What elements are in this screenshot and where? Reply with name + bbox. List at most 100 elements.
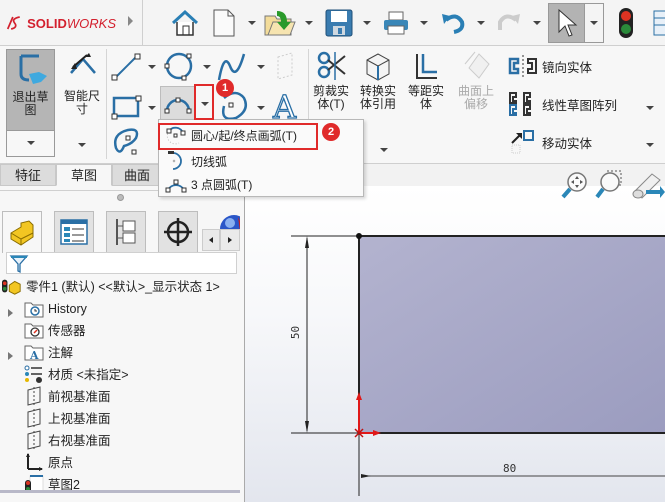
new-document-button[interactable] — [210, 6, 238, 40]
previous-view-button[interactable] — [630, 170, 665, 200]
convert-entities-button[interactable]: 转换实 体引用 — [356, 50, 400, 114]
sketch-drawing — [291, 233, 665, 496]
expand-menu-arrow-icon[interactable] — [128, 16, 133, 26]
exit-sketch-dropdown[interactable] — [6, 131, 55, 157]
tree-item-right-plane[interactable]: 右视基准面 — [0, 429, 111, 450]
tree-item-label: 注解 — [48, 346, 74, 360]
tree-item-origin[interactable]: 原点 — [0, 451, 73, 472]
zoom-to-fit-button[interactable] — [560, 170, 590, 200]
home-button[interactable] — [168, 6, 202, 40]
tab-label: 草图 — [70, 168, 97, 183]
property-manager-tab[interactable] — [54, 211, 94, 253]
dimxpert-tab[interactable] — [158, 211, 198, 253]
expand-arrow-icon[interactable] — [8, 308, 13, 317]
divider — [142, 0, 143, 46]
mirror-icon — [508, 55, 537, 77]
modify-dropdown-arrow[interactable] — [380, 148, 388, 152]
mirror-label: 镜向实体 — [542, 60, 593, 75]
sketch-rectangle[interactable] — [358, 235, 665, 434]
slot-button[interactable] — [110, 126, 146, 158]
arc-icon — [164, 97, 192, 114]
save-button[interactable] — [322, 6, 356, 40]
polygon-dropdown-arrow[interactable] — [257, 106, 265, 110]
move-entities-button[interactable]: 移动实体 — [508, 128, 658, 156]
tree-item-top-plane[interactable]: 上视基准面 — [0, 407, 111, 428]
annotation-badge-2: 2 — [322, 123, 340, 141]
linear-pattern-label: 线性草图阵列 — [542, 98, 618, 113]
panel-splitter-handle[interactable] — [117, 194, 124, 201]
svg-text:A: A — [29, 349, 39, 361]
expand-arrow-icon[interactable] — [8, 351, 13, 360]
undo-button[interactable] — [438, 6, 468, 40]
dimension-width-label[interactable]: 80 — [503, 462, 516, 475]
tree-item-label: 上视基准面 — [48, 412, 111, 426]
dimension-height-label[interactable]: 50 — [289, 326, 302, 339]
tree-item-annotations[interactable]: A 注解 — [0, 341, 73, 362]
undo-icon — [442, 14, 465, 34]
feature-tree-root[interactable]: 零件1 (默认) <<默认>_显示状态 1> — [2, 275, 220, 296]
rectangle-dropdown-arrow[interactable] — [148, 106, 156, 110]
circle-dropdown-arrow[interactable] — [203, 65, 211, 69]
arc-button[interactable] — [160, 86, 196, 122]
move-dropdown-arrow[interactable] — [646, 143, 654, 147]
redo-button[interactable] — [494, 6, 524, 40]
open-dropdown-arrow[interactable] — [305, 21, 313, 25]
tab-scroll-right-button[interactable] — [220, 229, 240, 251]
solidworks-logo[interactable]: SOLIDWORKS — [6, 12, 116, 34]
linear-pattern-button[interactable]: 线性草图阵列 — [508, 90, 658, 118]
sketch-point[interactable] — [356, 233, 362, 239]
select-dropdown[interactable] — [585, 3, 604, 43]
select-button[interactable] — [548, 3, 585, 43]
tree-item-front-plane[interactable]: 前视基准面 — [0, 385, 111, 406]
menu-item-3-point-arc[interactable]: 3 点圆弧(T) — [159, 173, 363, 195]
plane-button-disabled[interactable] — [274, 51, 298, 81]
tab-sketch[interactable]: 草图 — [56, 164, 112, 186]
new-document-icon — [213, 9, 235, 37]
plane-icon — [24, 407, 44, 428]
offset-entities-button[interactable]: 等距实 体 — [404, 50, 448, 114]
trim-entities-button[interactable]: 剪裁实 体(T) — [310, 50, 352, 114]
feature-tree-filter[interactable] — [6, 252, 237, 274]
rectangle-button[interactable] — [110, 92, 144, 122]
redo-dropdown-arrow[interactable] — [533, 21, 541, 25]
tab-features[interactable]: 特征 — [0, 164, 56, 186]
exit-sketch-button[interactable]: 退出草 图 — [6, 49, 55, 131]
display-manager-tab[interactable] — [210, 211, 240, 229]
smart-dimension-label-2: 寸 — [75, 102, 88, 116]
surface-offset-icon — [464, 51, 490, 79]
open-button[interactable] — [262, 6, 298, 40]
feature-manager-tab[interactable] — [2, 211, 42, 253]
offset-on-surface-button[interactable]: 曲面上 偏移 — [452, 50, 500, 114]
options-button[interactable] — [652, 6, 665, 40]
configuration-manager-tab[interactable] — [106, 211, 146, 253]
spline-button[interactable] — [216, 50, 250, 82]
tree-item-sensors[interactable]: 传感器 — [0, 319, 86, 340]
circle-button[interactable] — [162, 50, 196, 82]
tab-surfaces[interactable]: 曲面 — [112, 164, 162, 186]
tree-item-history[interactable]: History — [0, 298, 87, 319]
tab-scroll-left-button[interactable] — [202, 229, 220, 251]
line-dropdown-arrow[interactable] — [148, 65, 156, 69]
linear-pattern-icon — [509, 92, 531, 116]
new-dropdown-arrow[interactable] — [248, 21, 256, 25]
smart-dimension-button[interactable]: 智能尺 寸 — [58, 49, 106, 131]
tab-label: 特征 — [14, 168, 41, 183]
line-button[interactable] — [110, 52, 144, 82]
linear-pattern-dropdown-arrow[interactable] — [646, 106, 654, 110]
print-dropdown-arrow[interactable] — [420, 21, 428, 25]
print-button[interactable] — [380, 6, 412, 40]
zoom-to-area-button[interactable] — [594, 170, 624, 200]
graphics-area[interactable]: 50 80 — [244, 186, 665, 502]
mirror-entities-button[interactable]: 镜向实体 — [508, 54, 628, 78]
text-button[interactable]: A — [270, 87, 302, 126]
tree-item-material[interactable]: 材质 <未指定> — [0, 363, 129, 384]
undo-dropdown-arrow[interactable] — [477, 21, 485, 25]
rebuild-button[interactable] — [614, 6, 638, 40]
divider — [106, 49, 107, 159]
smart-dimension-dropdown[interactable] — [58, 136, 106, 156]
menu-item-tangent-arc[interactable]: 切线弧 — [159, 150, 363, 172]
spline-dropdown-arrow[interactable] — [257, 65, 265, 69]
save-dropdown-arrow[interactable] — [363, 21, 371, 25]
crosshair-icon — [164, 218, 192, 246]
tab-label: 曲面 — [123, 168, 150, 183]
